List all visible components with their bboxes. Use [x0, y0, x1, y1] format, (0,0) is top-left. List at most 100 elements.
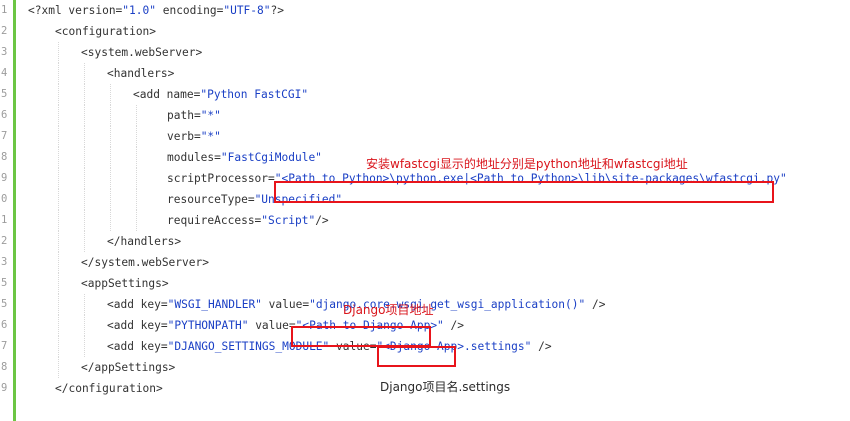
- line-number: 9: [1, 172, 8, 184]
- indent-guide: [84, 189, 85, 210]
- code-text: path="*": [167, 105, 221, 126]
- line-number: 7: [1, 340, 8, 352]
- indent-guide: [58, 105, 59, 126]
- code-token: verb=: [167, 130, 201, 143]
- indent-guide: [58, 84, 59, 105]
- indent-guide: [84, 63, 85, 84]
- indent-guide: [136, 147, 137, 168]
- code-token: <system.webServer>: [81, 46, 203, 59]
- code-token: path=: [167, 109, 201, 122]
- code-line: 1 <?xml version="1.0" encoding="UTF-8"?>: [0, 0, 850, 21]
- code-token: <add key=: [107, 340, 168, 353]
- indent-guide: [58, 336, 59, 357]
- code-line: 6 path="*": [0, 105, 850, 126]
- indent-guide: [136, 210, 137, 231]
- code-text: <?xml version="1.0" encoding="UTF-8"?>: [28, 0, 284, 21]
- code-line: 1 requireAccess="Script"/>: [0, 210, 850, 231]
- indent-guide: [110, 147, 111, 168]
- indent-guide: [84, 105, 85, 126]
- indent-guide: [58, 63, 59, 84]
- string-token: "PYTHONPATH": [167, 319, 249, 332]
- indent-guide: [84, 168, 85, 189]
- code-token: />: [531, 340, 552, 353]
- line-number: 7: [1, 130, 8, 142]
- line-number: 6: [1, 109, 8, 121]
- indent-guide: [136, 126, 137, 147]
- line-number: 3: [1, 46, 8, 58]
- line-number: 2: [1, 235, 8, 247]
- code-text: </handlers>: [107, 231, 181, 252]
- string-token: "FastCgiModule": [220, 151, 322, 164]
- string-token: "Python FastCGI": [200, 88, 309, 101]
- line-number: 8: [1, 361, 8, 373]
- code-token: ?>: [270, 4, 284, 17]
- indent-guide: [136, 105, 137, 126]
- indent-guide: [58, 231, 59, 252]
- code-token: encoding=: [155, 4, 224, 17]
- code-token: <handlers>: [107, 67, 175, 80]
- line-number: 8: [1, 151, 8, 163]
- string-token: "UTF-8": [223, 4, 271, 17]
- code-token: modules=: [167, 151, 221, 164]
- indent-guide: [84, 84, 85, 105]
- line-number: 5: [1, 298, 8, 310]
- indent-guide: [136, 168, 137, 189]
- note-wfastcgi-paths: 安装wfastcgi显示的地址分别是python地址和wfastcgi地址: [366, 157, 688, 171]
- string-token: "*": [200, 130, 221, 143]
- indent-guide: [110, 189, 111, 210]
- line-number: 9: [1, 382, 8, 394]
- code-text: </appSettings>: [81, 357, 175, 378]
- string-token: "Script": [261, 214, 316, 227]
- line-number: 5: [1, 277, 8, 289]
- indent-guide: [58, 315, 59, 336]
- code-token: </handlers>: [107, 235, 182, 248]
- highlight-django-path: [291, 326, 431, 347]
- code-token: <?xml version=: [28, 4, 123, 17]
- indent-guide: [84, 336, 85, 357]
- indent-guide: [84, 210, 85, 231]
- indent-guide: [58, 294, 59, 315]
- code-token: <appSettings>: [81, 277, 169, 290]
- line-number: 1: [1, 214, 8, 226]
- line-number: 4: [1, 67, 8, 79]
- code-line: 5 <add name="Python FastCGI": [0, 84, 850, 105]
- code-token: </appSettings>: [81, 361, 176, 374]
- code-text: modules="FastCgiModule": [167, 147, 322, 168]
- indent-guide: [110, 168, 111, 189]
- line-number: 1: [1, 4, 8, 16]
- indent-guide: [58, 42, 59, 63]
- code-line: 4 <handlers>: [0, 63, 850, 84]
- line-number: 0: [1, 193, 8, 205]
- code-token: <add key=: [107, 298, 168, 311]
- indent-guide: [58, 252, 59, 273]
- note-django-path: Django项目地址: [343, 303, 434, 317]
- code-line: 7 verb="*": [0, 126, 850, 147]
- code-token: value=: [248, 319, 296, 332]
- code-text: <handlers>: [107, 63, 174, 84]
- code-text: verb="*": [167, 126, 221, 147]
- code-line: 2 </handlers>: [0, 231, 850, 252]
- string-token: "1.0": [122, 4, 156, 17]
- code-block: 1 <?xml version="1.0" encoding="UTF-8"?> 2…: [0, 0, 850, 421]
- line-number: 5: [1, 88, 8, 100]
- code-line: 3 <system.webServer>: [0, 42, 850, 63]
- indent-guide: [110, 210, 111, 231]
- indent-guide: [58, 357, 59, 378]
- line-number: 6: [1, 319, 8, 331]
- code-text: <appSettings>: [81, 273, 169, 294]
- indent-guide: [58, 210, 59, 231]
- code-token: <add key=: [107, 319, 168, 332]
- code-token: resourceType=: [167, 193, 255, 206]
- code-line: 5 <appSettings>: [0, 273, 850, 294]
- code-text: <system.webServer>: [81, 42, 202, 63]
- indent-guide: [110, 126, 111, 147]
- string-token: "WSGI_HANDLER": [167, 298, 262, 311]
- code-line: 3 </system.webServer>: [0, 252, 850, 273]
- line-number: 3: [1, 256, 8, 268]
- indent-guide: [58, 189, 59, 210]
- code-token: scriptProcessor=: [167, 172, 275, 185]
- indent-guide: [84, 126, 85, 147]
- indent-guide: [84, 147, 85, 168]
- string-token: "*": [200, 109, 221, 122]
- code-token: <add name=: [133, 88, 201, 101]
